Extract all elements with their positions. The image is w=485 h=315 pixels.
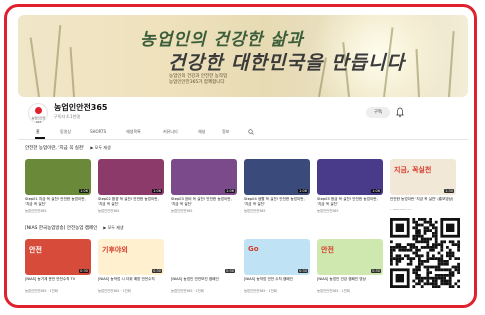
section1-title: 안전한 농업이란, '지금 꼭 실천'	[25, 146, 85, 151]
video-thumbnail[interactable]: 1:06	[244, 159, 310, 195]
video-duration: 1:06	[298, 189, 308, 193]
tab-about[interactable]: 정보	[222, 129, 229, 135]
video-duration: 0:30	[371, 269, 381, 273]
video-thumbnail[interactable]: 지금, 꼭실천 1:30	[390, 159, 456, 195]
subscriber-count: 구독자 4.1천명	[54, 114, 81, 119]
tab-community[interactable]: 커뮤니티	[163, 129, 178, 135]
video-meta: 농업인안전365	[25, 209, 47, 213]
video-thumbnail[interactable]: Go 0:30	[244, 239, 310, 275]
video-thumbnail[interactable]: 1:06	[25, 159, 91, 195]
video-title[interactable]: Step02 환경 꼭 실천! 안전한 농업이란, '지금 꼭 실천'	[98, 197, 164, 206]
search-icon[interactable]	[248, 129, 254, 135]
logo-icon	[35, 107, 42, 114]
video-duration: 0:30	[79, 269, 89, 273]
video-duration: 1:06	[79, 189, 89, 193]
tab-shorts[interactable]: SHORTS	[90, 129, 106, 134]
subscribe-button[interactable]: 구독	[366, 107, 390, 118]
thumbnail-caption: 지금, 꼭실천	[394, 166, 432, 174]
video-meta: 농업인안전365	[171, 209, 193, 213]
video-duration: 0:30	[225, 269, 235, 273]
video-meta: 농업인안전365 · 1천회	[244, 289, 277, 293]
video-meta: 농업인안전365	[98, 209, 120, 213]
video-duration: 0:30	[152, 269, 162, 273]
avatar-label: 농업인안전365	[31, 116, 46, 124]
tab-home[interactable]: 홈	[36, 129, 40, 135]
section1-header: 안전한 농업이란, '지금 꼭 실천' ▶ 모두 재생	[25, 145, 111, 153]
qr-code-icon	[387, 210, 463, 296]
video-thumbnail[interactable]: 1:06	[98, 159, 164, 195]
video-duration: 1:30	[444, 189, 454, 193]
video-title[interactable]: [NIAS] 농업인 안전보건 캠페인	[171, 277, 237, 282]
video-title[interactable]: [NIAS] 농기계 운전 안전수칙 TV	[25, 277, 91, 282]
video-title[interactable]: Step04 생활 꼭 실천! 안전한 농업이란, '지금 꼭 실천'	[244, 197, 310, 206]
section1-play-all[interactable]: ▶ 모두 재생	[90, 145, 110, 150]
tab-videos[interactable]: 동영상	[60, 129, 71, 135]
video-duration: 0:30	[298, 269, 308, 273]
video-thumbnail[interactable]: 안전 0:30	[25, 239, 91, 275]
video-meta: 농업인안전365 · 1천회	[317, 289, 350, 293]
video-title[interactable]: [NIAS] 농작업 시 더위 예방 안전수칙	[98, 277, 164, 282]
video-thumbnail[interactable]: 기후야외 0:30	[98, 239, 164, 275]
thumbnail-caption: 안전	[321, 246, 334, 254]
video-meta: 농업인안전365 · 1천회	[98, 289, 131, 293]
video-title[interactable]: 안전한 농업이란 '지금 꼭 실천' (홍보영상)	[390, 197, 456, 202]
channel-header: 농업인안전365 농업인안전365 구독자 4.1천명 구독	[18, 101, 468, 125]
video-meta: 농업인안전365 · 1천회	[25, 289, 58, 293]
thumbnail-caption: 기후야외	[102, 246, 128, 254]
video-duration: 1:06	[152, 189, 162, 193]
section2-play-all[interactable]: ▶ 모두 재생	[103, 225, 123, 230]
channel-tabs: 홈 동영상 SHORTS 재생목록 커뮤니티 채널 정보	[18, 127, 468, 140]
thumbnail-caption: 안전	[29, 246, 42, 254]
banner-headline-1: 농업인의 건강한 삶과	[140, 30, 304, 50]
section2-title: [NIAS 한국농업방송] 안전농업 캠페인	[25, 226, 98, 231]
active-tab-indicator	[35, 137, 45, 139]
video-title[interactable]: Step03 장비 꼭 실천! 안전한 농업이란, '지금 꼭 실천'	[171, 197, 237, 206]
video-title[interactable]: Step01 지금 꼭 실천! 안전한 농업이란, '지금 꼭 실천'	[25, 197, 91, 206]
video-meta: 농업인안전365	[244, 209, 266, 213]
video-title[interactable]: [NIAS] 농작업 안전 수칙 캠페인	[244, 277, 310, 282]
video-thumbnail[interactable]: 1:06	[317, 159, 383, 195]
tab-playlists[interactable]: 재생목록	[126, 129, 141, 135]
video-thumbnail[interactable]: 0:30	[171, 239, 237, 275]
video-meta: 농업인안전365 · 1천회	[171, 289, 204, 293]
video-title[interactable]: [NIAS] 농업인 건강 캠페인 영상	[317, 277, 383, 282]
video-title[interactable]: Step05 응급 꼭 실천! 안전한 농업이란, '지금 꼭 실천'	[317, 197, 383, 206]
channel-name[interactable]: 농업인안전365	[54, 102, 108, 113]
bell-icon[interactable]	[396, 107, 404, 118]
section2-header: [NIAS 한국농업방송] 안전농업 캠페인 ▶ 모두 재생	[25, 225, 124, 233]
avatar[interactable]: 농업인안전365	[28, 103, 48, 124]
banner-subtitle-2: 농업인안전365가 함께합니다	[169, 80, 225, 85]
video-duration: 1:06	[225, 189, 235, 193]
video-thumbnail[interactable]: 안전 0:30	[317, 239, 383, 275]
video-duration: 1:06	[371, 189, 381, 193]
tab-channels[interactable]: 채널	[198, 129, 205, 135]
banner-headline-2: 건강한 대한민국을 만듭니다	[168, 52, 405, 74]
video-thumbnail[interactable]: 1:06	[171, 159, 237, 195]
thumbnail-caption: Go	[248, 245, 259, 253]
channel-banner: 농업인의 건강한 삶과 건강한 대한민국을 만듭니다 농업인의 건강과 안전한 …	[18, 15, 468, 97]
video-meta: 농업인안전365	[317, 209, 339, 213]
